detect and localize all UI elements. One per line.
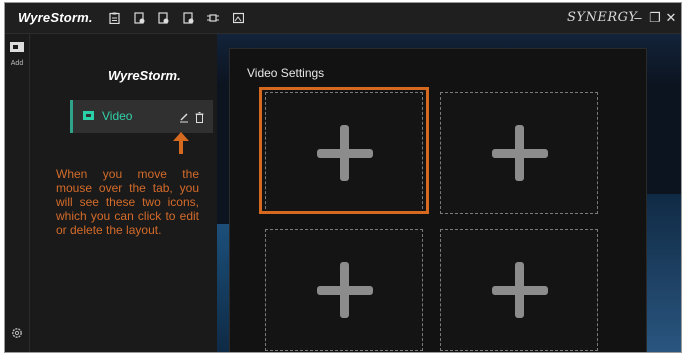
image-icon[interactable] — [233, 12, 244, 24]
video-cell-2[interactable] — [440, 92, 598, 214]
plus-icon-stem — [515, 125, 524, 181]
save-file-icon[interactable] — [134, 12, 145, 24]
app-logo: WyreStorm. — [18, 10, 93, 25]
close-button[interactable]: ✕ — [665, 11, 677, 25]
network-icon[interactable] — [207, 12, 219, 24]
annotation-arrow-icon — [171, 132, 191, 159]
title-bar: WyreStorm. SYNERGY – ❐ ✕ — [5, 3, 681, 34]
plus-icon-stem — [515, 262, 524, 318]
restore-button[interactable]: ❐ — [649, 11, 661, 25]
video-cell-4[interactable] — [440, 229, 598, 351]
plus-icon-stem — [340, 262, 349, 318]
trash-icon[interactable] — [195, 110, 204, 128]
export-file-icon[interactable] — [183, 12, 194, 24]
tab-video[interactable]: Video — [70, 100, 213, 133]
annotation-text: When you move the mouse over the tab, yo… — [56, 167, 199, 237]
left-sidebar: Add — [5, 34, 30, 352]
pencil-icon[interactable] — [179, 110, 189, 128]
import-file-icon[interactable] — [158, 12, 169, 24]
panel-logo: WyreStorm. — [108, 68, 181, 83]
add-label[interactable]: Add — [7, 60, 27, 67]
clipboard-icon[interactable] — [109, 12, 120, 24]
gear-icon[interactable] — [11, 326, 23, 344]
minimize-button[interactable]: – — [632, 11, 644, 25]
synergy-brand: SYNERGY — [567, 10, 638, 25]
video-settings-title: Video Settings — [247, 66, 325, 80]
tab-label: Video — [102, 109, 133, 123]
monitor-icon — [83, 111, 94, 120]
highlight-box — [259, 87, 429, 214]
add-layout-icon[interactable] — [10, 42, 24, 52]
video-cell-3[interactable] — [265, 229, 423, 351]
